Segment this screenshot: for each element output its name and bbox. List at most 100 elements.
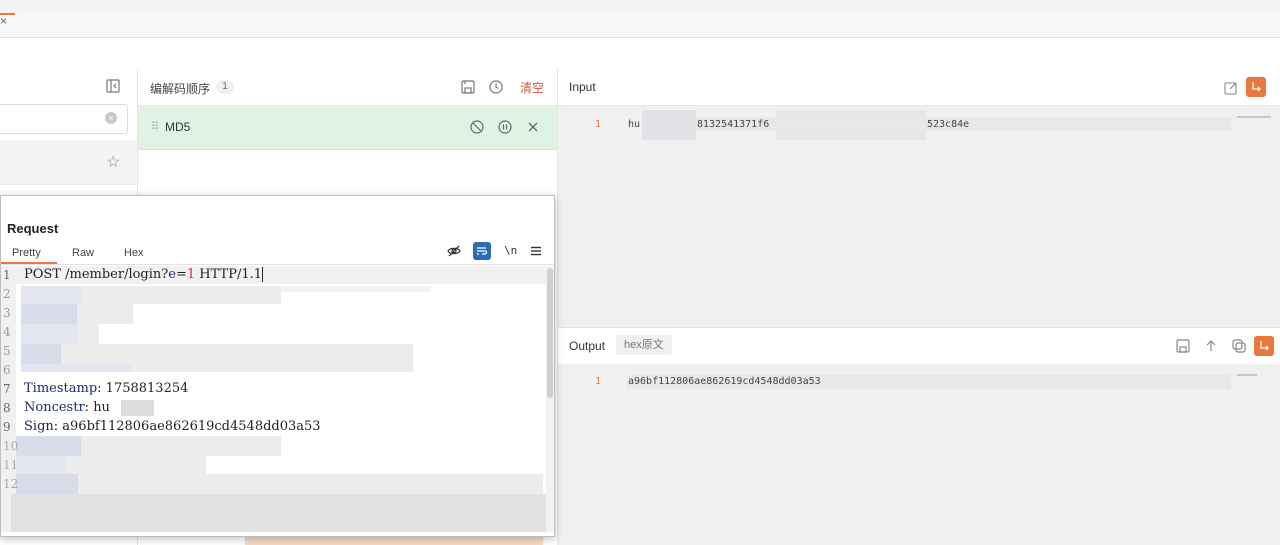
line-number: 1 — [595, 376, 602, 387]
header-value: a96bf112806ae862619cd4548dd03a53 — [62, 419, 321, 434]
redacted-block — [77, 304, 133, 324]
text-cursor — [262, 267, 264, 282]
tab-raw[interactable]: Raw — [72, 247, 94, 259]
redacted-block — [66, 456, 206, 474]
clear-search-icon[interactable]: × — [105, 112, 117, 124]
star-icon[interactable]: ☆ — [106, 152, 120, 172]
edit-icon[interactable] — [1223, 80, 1239, 96]
line-number: 8 — [3, 401, 11, 415]
hide-icon[interactable] — [446, 243, 462, 259]
redacted-block — [21, 364, 131, 372]
request-editor[interactable]: 1 2 3 4 5 6 7 8 9 10 11 12 POST /member/… — [1, 266, 546, 532]
decoder-title: 编解码顺序 — [150, 82, 211, 96]
save-icon[interactable] — [460, 79, 476, 95]
newline-icon[interactable]: \n — [504, 244, 517, 257]
redacted-block — [78, 474, 543, 494]
line-number: 5 — [3, 344, 11, 358]
line-number: 1 — [3, 268, 11, 282]
header-sep: : — [84, 400, 94, 415]
header-noncestr: Noncestr: hu — [24, 400, 110, 415]
header-sign: Sign: a96bf112806ae862619cd4548dd03a53 — [24, 419, 321, 434]
input-fragment: 523c84e — [927, 119, 970, 130]
decoder-step-label: MD5 — [165, 120, 191, 134]
clear-button[interactable]: 清空 — [520, 79, 544, 96]
redacted-block — [16, 474, 78, 494]
top-strip — [0, 0, 1280, 14]
tab-pretty[interactable]: Pretty — [12, 247, 41, 259]
redacted-block — [21, 344, 61, 364]
redacted-block — [642, 110, 696, 140]
line-number: 2 — [3, 287, 11, 301]
output-title: Output — [569, 339, 606, 353]
redacted-block — [121, 400, 154, 416]
header-name: Sign — [24, 419, 54, 434]
redacted-block — [77, 324, 99, 344]
drag-handle-icon[interactable]: ⠿ — [151, 120, 159, 133]
menu-icon[interactable] — [528, 243, 544, 259]
decoder-header: 编解码顺序 1 清空 — [138, 69, 557, 106]
output-editor[interactable]: 1 a96bf112806ae862619cd4548dd03a53 — [558, 364, 1280, 545]
decoder-step-md5[interactable]: ⠿ MD5 — [138, 105, 557, 150]
tab-hex[interactable]: Hex — [124, 247, 144, 259]
input-editor[interactable]: 1 hu 8132541371f6 523c84e — [558, 106, 1280, 320]
redacted-block — [16, 436, 81, 456]
input-fragment: hu — [628, 119, 641, 130]
query-param-name: e — [168, 267, 176, 282]
redacted-block — [21, 324, 77, 344]
request-panel: Request Pretty Raw Hex \n 1 2 3 4 5 6 7 … — [0, 195, 555, 537]
history-icon[interactable] — [488, 79, 504, 95]
line-number: 1 — [595, 119, 602, 130]
redacted-block — [16, 456, 66, 474]
decoder-count-badge: 1 — [216, 80, 234, 94]
header-value: hu — [93, 400, 110, 415]
remove-icon[interactable] — [525, 119, 541, 135]
sidebar-collapse-icon[interactable] — [106, 79, 120, 93]
header-name: Noncestr — [24, 400, 85, 415]
redacted-block — [21, 286, 81, 304]
input-fragment: 8132541371f6 — [697, 119, 770, 130]
line-number: 10 — [3, 439, 19, 453]
save-icon[interactable] — [1175, 338, 1191, 354]
minimap — [1237, 116, 1271, 118]
header-timestamp: Timestamp: 1758813254 — [24, 381, 188, 396]
request-method-path: POST /member/login? — [24, 267, 169, 282]
io-panel: Input 1 hu 8132541371f6 523c84e Output h… — [558, 69, 1280, 545]
scrollbar-thumb[interactable] — [547, 268, 553, 398]
tab-strip — [0, 13, 1280, 38]
header-sep: : — [53, 419, 63, 434]
query-equals: = — [175, 267, 187, 282]
redacted-block — [81, 436, 281, 456]
output-header: Output hex原文 — [558, 327, 1280, 365]
pause-icon[interactable] — [497, 119, 513, 135]
redacted-block — [131, 364, 413, 372]
copy-icon[interactable] — [1231, 338, 1247, 354]
input-title: Input — [569, 80, 596, 94]
line-number: 3 — [3, 306, 11, 320]
header-sep: : — [97, 381, 106, 396]
request-line: POST /member/login?e=1 HTTP/1.1 — [24, 267, 264, 282]
wrap-icon[interactable] — [473, 242, 491, 260]
word-wrap-icon[interactable] — [1246, 77, 1266, 97]
request-title: Request — [7, 221, 59, 236]
line-number: 9 — [3, 420, 11, 434]
redacted-block — [61, 344, 413, 364]
minimap — [1237, 374, 1257, 376]
tab-divider — [1, 264, 554, 265]
redacted-block — [81, 286, 281, 304]
close-icon[interactable]: × — [0, 14, 7, 28]
redacted-block — [21, 304, 77, 324]
line-number: 6 — [3, 363, 11, 377]
hex-toggle[interactable]: hex原文 — [616, 335, 672, 355]
http-version: HTTP/1.1 — [195, 267, 263, 282]
line-number: 7 — [3, 382, 11, 396]
redacted-block — [11, 494, 546, 532]
redacted-block — [281, 286, 431, 292]
input-header: Input — [558, 69, 1280, 106]
line-number: 12 — [3, 477, 19, 491]
query-param-value: 1 — [186, 267, 196, 282]
word-wrap-icon[interactable] — [1254, 336, 1274, 356]
header-name: Timestamp — [24, 381, 98, 396]
export-icon[interactable] — [1203, 338, 1219, 354]
output-value: a96bf112806ae862619cd4548dd03a53 — [628, 376, 821, 387]
disable-icon[interactable] — [469, 119, 485, 135]
